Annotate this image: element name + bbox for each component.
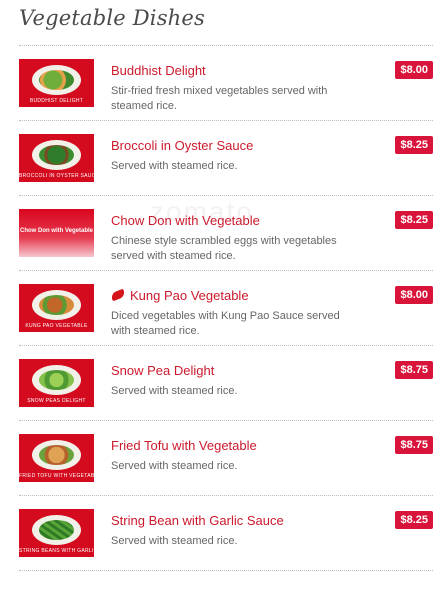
menu-item[interactable]: BUDDHIST DELIGHT Buddhist Delight Stir-f… bbox=[19, 46, 433, 121]
thumbnail-caption: KUNG PAO VEGETABLE bbox=[25, 323, 88, 329]
price-badge: $8.00 bbox=[395, 61, 433, 79]
dish-description: Stir-fried fresh mixed vegetables served… bbox=[111, 85, 328, 112]
dish-name-label[interactable]: Chow Don with Vegetable bbox=[111, 213, 260, 228]
food-graphic bbox=[39, 370, 74, 390]
chili-icon bbox=[110, 288, 126, 302]
dish-name-label[interactable]: Kung Pao Vegetable bbox=[130, 288, 249, 303]
price-badge: $8.25 bbox=[395, 511, 433, 529]
price-badge: $8.75 bbox=[395, 436, 433, 454]
dish-thumbnail[interactable]: Chow Don with Vegetable bbox=[19, 209, 94, 257]
dish-description: Served with steamed rice. bbox=[111, 385, 238, 397]
menu-item[interactable]: KUNG PAO VEGETABLE Kung Pao Vegetable Di… bbox=[19, 271, 433, 346]
dish-description: Served with steamed rice. bbox=[111, 160, 238, 172]
section-title: Vegetable Dishes bbox=[19, 6, 206, 30]
dish-name[interactable]: Snow Pea Delight bbox=[111, 363, 214, 378]
dish-thumbnail[interactable]: KUNG PAO VEGETABLE bbox=[19, 284, 94, 332]
dish-name-label[interactable]: Broccoli in Oyster Sauce bbox=[111, 138, 253, 153]
dish-name[interactable]: Buddhist Delight bbox=[111, 63, 206, 78]
food-graphic bbox=[39, 520, 74, 540]
price-badge: $8.25 bbox=[395, 211, 433, 229]
dish-description: Served with steamed rice. bbox=[111, 460, 238, 472]
thumbnail-caption: BROCCOLI IN OYSTER SAUCE bbox=[19, 173, 94, 179]
menu-list: BUDDHIST DELIGHT Buddhist Delight Stir-f… bbox=[0, 46, 447, 571]
dish-name-label[interactable]: String Bean with Garlic Sauce bbox=[111, 513, 284, 528]
dish-name[interactable]: String Bean with Garlic Sauce bbox=[111, 513, 284, 528]
thumbnail-caption: STRING BEANS WITH GARLIC SAUCE bbox=[19, 548, 94, 554]
dish-thumbnail[interactable]: FRIED TOFU WITH VEGETABLE bbox=[19, 434, 94, 482]
food-graphic bbox=[39, 70, 74, 90]
dish-thumbnail[interactable]: SNOW PEAS DELIGHT bbox=[19, 359, 94, 407]
menu-item[interactable]: STRING BEANS WITH GARLIC SAUCE String Be… bbox=[19, 496, 433, 571]
dish-description: Diced vegetables with Kung Pao Sauce ser… bbox=[111, 310, 340, 337]
dish-description: Chinese style scrambled eggs with vegeta… bbox=[111, 235, 337, 262]
food-graphic bbox=[39, 295, 74, 315]
price-badge: $8.00 bbox=[395, 286, 433, 304]
thumbnail-caption: BUDDHIST DELIGHT bbox=[29, 98, 84, 104]
thumbnail-caption: Chow Don with Vegetable bbox=[19, 228, 93, 234]
menu-item[interactable]: BROCCOLI IN OYSTER SAUCE Broccoli in Oys… bbox=[19, 121, 433, 196]
menu-item[interactable]: SNOW PEAS DELIGHT Snow Pea Delight Serve… bbox=[19, 346, 433, 421]
dish-name-label[interactable]: Buddhist Delight bbox=[111, 63, 206, 78]
menu-item[interactable]: FRIED TOFU WITH VEGETABLE Fried Tofu wit… bbox=[19, 421, 433, 496]
dish-name[interactable]: Fried Tofu with Vegetable bbox=[111, 438, 257, 453]
thumbnail-caption: FRIED TOFU WITH VEGETABLE bbox=[19, 473, 94, 479]
dish-thumbnail[interactable]: BROCCOLI IN OYSTER SAUCE bbox=[19, 134, 94, 182]
dish-thumbnail[interactable]: STRING BEANS WITH GARLIC SAUCE bbox=[19, 509, 94, 557]
dish-description: Served with steamed rice. bbox=[111, 535, 238, 547]
dish-name-label[interactable]: Snow Pea Delight bbox=[111, 363, 214, 378]
menu-item[interactable]: Chow Don with Vegetable Chow Don with Ve… bbox=[19, 196, 433, 271]
price-badge: $8.25 bbox=[395, 136, 433, 154]
dish-thumbnail[interactable]: BUDDHIST DELIGHT bbox=[19, 59, 94, 107]
dish-name[interactable]: Kung Pao Vegetable bbox=[110, 288, 249, 303]
food-graphic bbox=[39, 445, 74, 465]
dish-name-label[interactable]: Fried Tofu with Vegetable bbox=[111, 438, 257, 453]
thumbnail-caption: SNOW PEAS DELIGHT bbox=[27, 398, 86, 404]
dish-name[interactable]: Broccoli in Oyster Sauce bbox=[111, 138, 253, 153]
dish-name[interactable]: Chow Don with Vegetable bbox=[111, 213, 260, 228]
price-badge: $8.75 bbox=[395, 361, 433, 379]
food-graphic bbox=[39, 145, 74, 165]
